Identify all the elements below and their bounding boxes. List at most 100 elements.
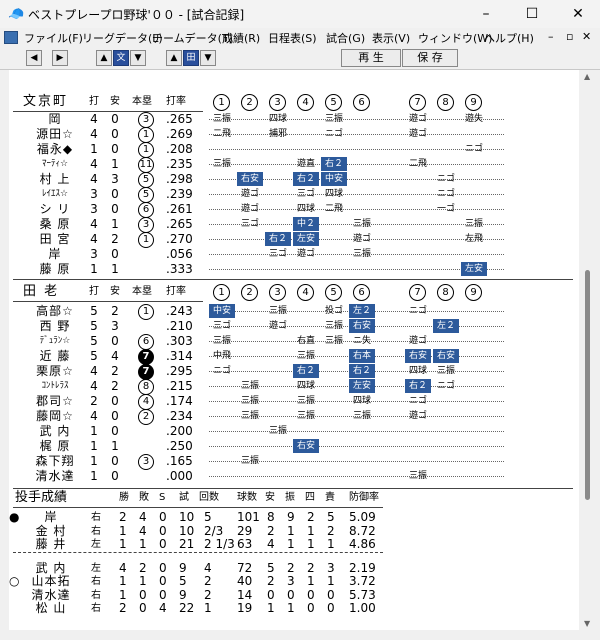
batter-hr-circle: 8 <box>138 379 154 395</box>
header-avg: 打率 <box>166 96 186 107</box>
batter-hits: 0 <box>111 187 119 201</box>
play-result: 三ゴ <box>296 189 315 199</box>
close-button[interactable]: ✕ <box>556 2 600 26</box>
play-result: 一ゴ <box>436 204 455 214</box>
mdi-close-button[interactable]: ✕ <box>582 30 591 43</box>
batter-hr-circle: 6 <box>138 334 154 350</box>
vertical-scrollbar[interactable]: ▲ ▼ <box>580 70 596 630</box>
batter-hits: 2 <box>111 364 119 378</box>
next-arrow-icon[interactable]: ▶ <box>52 50 68 66</box>
inning-number: 2 <box>241 284 258 301</box>
batter-hr-circle: 3 <box>138 217 154 233</box>
play-result: 三振 <box>464 219 483 229</box>
batter-name: 桑 原 <box>39 217 71 231</box>
mdi-minimize-button[interactable]: – <box>548 30 554 43</box>
pitcher-stat: 19 <box>237 601 253 615</box>
batter-row: 近 藤 5 4 7 .314 中飛 三振 右本 右安 右安 <box>9 349 579 365</box>
batter-hits: 1 <box>111 157 119 171</box>
play-result: 三振 <box>324 114 343 124</box>
header-h: 安 <box>110 96 120 107</box>
play-result: 右２ <box>293 364 319 378</box>
batter-row: 清水達 1 0 .000 三振 <box>9 469 579 484</box>
menu-stats[interactable]: 成績(R) <box>222 30 260 46</box>
menu-help[interactable]: ヘルプ(H) <box>484 30 534 46</box>
minimize-button[interactable]: – <box>464 2 508 26</box>
play-result: 左飛 <box>464 234 483 244</box>
menu-schedule[interactable]: 日程表(S) <box>268 30 317 46</box>
play-result: 三振 <box>352 411 371 421</box>
batter-name: 郡司☆ <box>36 394 74 408</box>
batter-avg: .243 <box>166 304 193 318</box>
team2-down-arrow-icon[interactable]: ▼ <box>200 50 216 66</box>
batter-name: ﾃﾞｭﾗﾝ☆ <box>39 336 71 346</box>
menu-league-data[interactable]: リーグデータ(L) <box>82 30 163 46</box>
pitcher-stat: 2 <box>119 601 127 615</box>
play-result: ニゴ <box>436 381 455 391</box>
title-bar: 🧢 ベストプレープロ野球'００ - [試合記録] – ☐ ✕ <box>0 0 600 28</box>
header-ab: 打 <box>89 96 99 107</box>
play-result: 右安 <box>237 172 263 186</box>
menu-window[interactable]: ウィンドウ(W) <box>418 30 492 46</box>
document-icon[interactable] <box>4 31 18 44</box>
prev-arrow-icon[interactable]: ◀ <box>26 50 42 66</box>
menu-view[interactable]: 表示(V) <box>372 30 410 46</box>
dotted-leader <box>209 164 504 165</box>
play-result: 三振 <box>352 249 371 259</box>
play-result: 左２ <box>433 319 459 333</box>
play-result: 左安 <box>293 232 319 246</box>
menu-team-data[interactable]: チームデータ(T) <box>152 30 233 46</box>
scroll-up-icon[interactable]: ▲ <box>584 72 590 81</box>
play-result: 三振 <box>436 366 455 376</box>
pitcher-stat: 1.00 <box>349 601 376 615</box>
batter-hits: 0 <box>111 409 119 423</box>
pitcher-stat: 0 <box>139 601 147 615</box>
batter-ab: 4 <box>90 112 98 126</box>
play-result: 遊ゴ <box>408 114 427 124</box>
section-divider <box>13 279 573 280</box>
batter-avg: .265 <box>166 217 193 231</box>
play-result: 投ゴ <box>324 306 343 316</box>
dotted-leader <box>209 149 504 150</box>
batter-row: 高部☆ 5 2 1 .243 中安 三振 投ゴ 左２ ニゴ <box>9 304 579 320</box>
batter-ab: 1 <box>90 142 98 156</box>
inning-number: 1 <box>213 94 230 111</box>
window-title: ベストプレープロ野球'００ - [試合記録] <box>28 8 245 22</box>
batter-avg: .295 <box>166 364 193 378</box>
play-result: 二飛 <box>212 129 231 139</box>
play-result: 中安 <box>321 172 347 186</box>
pitcher-stat: 1 <box>307 537 315 551</box>
maximize-button[interactable]: ☐ <box>510 2 554 26</box>
play-result: 四球 <box>296 381 315 391</box>
play-result: 右安 <box>433 349 459 363</box>
team1-down-arrow-icon[interactable]: ▼ <box>130 50 146 66</box>
mdi-restore-button[interactable]: ▫ <box>566 30 573 43</box>
team1-selector[interactable]: 文 <box>113 50 129 66</box>
pitcher-stat: 0 <box>159 537 167 551</box>
batter-avg: .165 <box>166 454 193 468</box>
batter-row: 桑 原 4 1 3 .265 三ゴ 中２ 三振 三振 <box>9 217 579 233</box>
batter-name: 梶 原 <box>39 439 71 453</box>
scroll-thumb[interactable] <box>585 270 590 500</box>
play-result: ニゴ <box>436 189 455 199</box>
batter-hr-circle: 3 <box>138 112 154 128</box>
menu-file[interactable]: ファイル(F) <box>24 30 83 46</box>
menu-game[interactable]: 試合(G) <box>326 30 365 46</box>
play-result: 中安 <box>209 304 235 318</box>
play-result: 遊ゴ <box>296 249 315 259</box>
play-result: 三振 <box>268 426 287 436</box>
pitcher-stat: 22 <box>179 601 195 615</box>
batter-name: 岸 <box>48 247 62 261</box>
play-result: 遊ゴ <box>352 234 371 244</box>
team2-up-arrow-icon[interactable]: ▲ <box>166 50 182 66</box>
scroll-down-icon[interactable]: ▼ <box>584 619 590 628</box>
pitcher-stat: 1 <box>287 601 295 615</box>
play-result: 中飛 <box>212 351 231 361</box>
save-button[interactable]: 保 存 <box>402 49 458 67</box>
inning-number: 2 <box>241 94 258 111</box>
play-result: 遊直 <box>296 159 315 169</box>
inning-number: 7 <box>409 284 426 301</box>
play-result: 右２ <box>405 379 431 393</box>
team2-selector[interactable]: 田 <box>183 50 199 66</box>
play-button[interactable]: 再 生 <box>341 49 401 67</box>
team1-up-arrow-icon[interactable]: ▲ <box>96 50 112 66</box>
